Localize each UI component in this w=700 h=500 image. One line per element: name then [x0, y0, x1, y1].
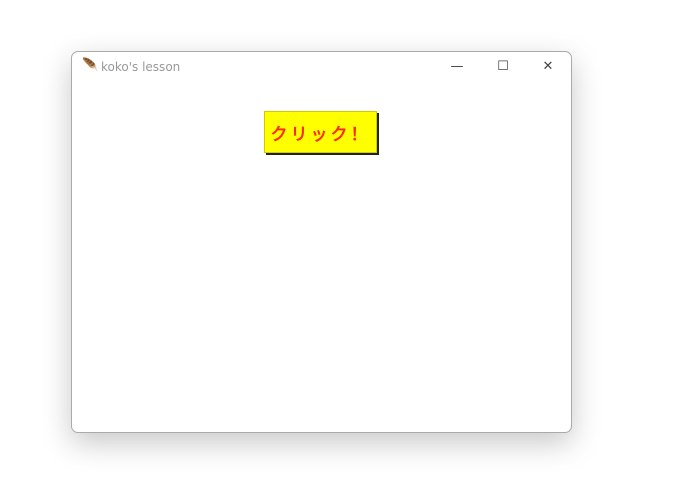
window-title: koko's lesson [101, 60, 181, 74]
maximize-button[interactable]: ☐ [480, 52, 526, 81]
click-button[interactable]: クリック！ [264, 111, 377, 153]
app-window: 🪶 koko's lesson — ☐ ✕ クリック！ [71, 51, 572, 433]
title-bar[interactable]: 🪶 koko's lesson — ☐ ✕ [72, 52, 571, 81]
close-button[interactable]: ✕ [525, 52, 571, 81]
feather-icon: 🪶 [82, 58, 99, 73]
minimize-button[interactable]: — [434, 52, 480, 81]
